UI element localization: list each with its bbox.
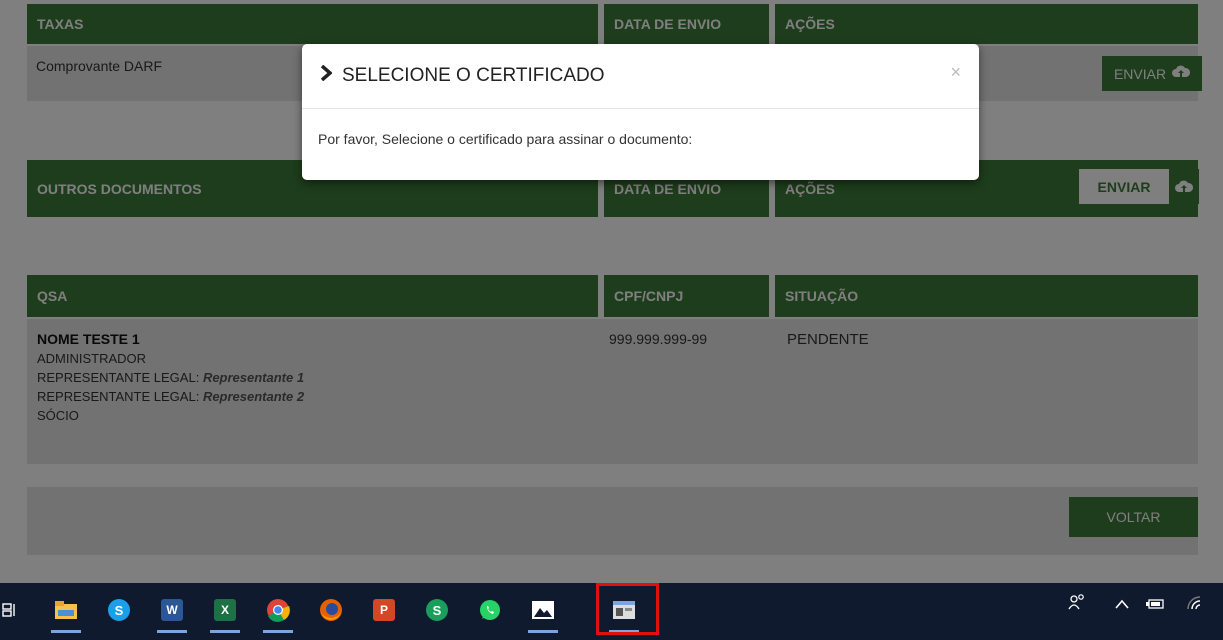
modal-body: Por favor, Selecione o certificado para … [318, 131, 693, 147]
running-indicator [263, 630, 293, 633]
running-indicator [51, 630, 81, 633]
running-indicator [210, 630, 240, 633]
page: TAXAS DATA DE ENVIO AÇÕES Comprovante DA… [0, 0, 1223, 583]
file-explorer-icon[interactable] [49, 593, 83, 633]
photos-icon[interactable] [526, 593, 560, 633]
word-glyph: W [161, 599, 183, 621]
powerpoint-icon[interactable]: P [367, 593, 401, 627]
running-indicator [528, 630, 558, 633]
chrome-icon[interactable] [261, 593, 295, 633]
task-view-icon[interactable] [0, 593, 26, 627]
modal-header: SELECIONE O CERTIFICADO × [302, 44, 979, 109]
excel-icon[interactable]: X [208, 593, 242, 633]
firefox-icon[interactable] [314, 593, 348, 627]
taskbar-highlight-box [596, 583, 659, 635]
whatsapp-icon[interactable] [473, 593, 507, 627]
close-icon[interactable]: × [950, 62, 961, 83]
skype-icon[interactable]: S [102, 593, 136, 627]
running-indicator [157, 630, 187, 633]
chevron-up-icon[interactable] [1115, 596, 1129, 614]
modal-title-text: SELECIONE O CERTIFICADO [342, 65, 605, 86]
certificate-modal: SELECIONE O CERTIFICADO × Por favor, Sel… [302, 44, 979, 180]
sheets-icon[interactable]: S [420, 593, 454, 627]
skype-glyph: S [108, 599, 130, 621]
chevron-right-icon [320, 64, 333, 87]
battery-icon[interactable] [1146, 597, 1164, 615]
sheets-glyph: S [426, 599, 448, 621]
modal-title: SELECIONE O CERTIFICADO [320, 64, 605, 87]
powerpoint-glyph: P [373, 599, 395, 621]
wifi-icon[interactable] [1186, 595, 1204, 616]
excel-glyph: X [214, 599, 236, 621]
people-icon[interactable] [1068, 593, 1086, 616]
word-icon[interactable]: W [155, 593, 189, 633]
